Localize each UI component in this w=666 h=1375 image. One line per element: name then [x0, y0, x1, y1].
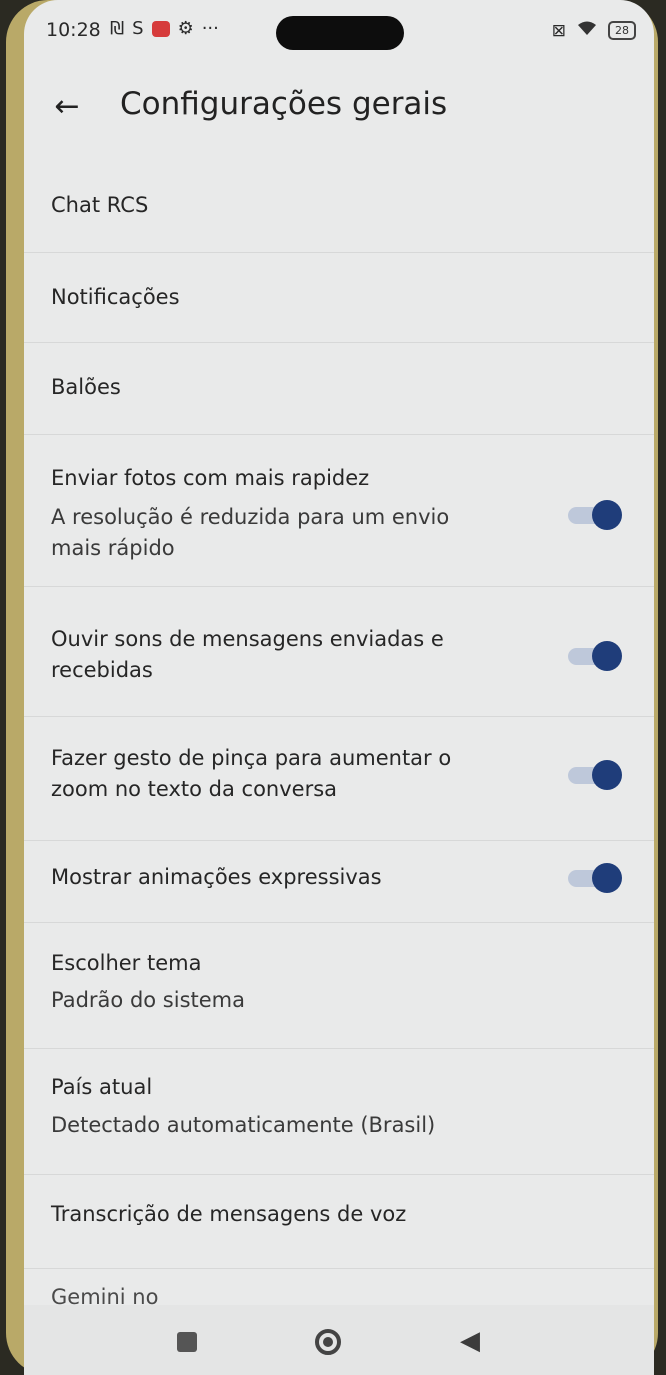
- setting-pais-atual[interactable]: País atual Detectado automaticamente (Br…: [24, 1048, 654, 1175]
- nfc-icon: ₪: [110, 18, 125, 39]
- setting-transcricao-label: Transcrição de mensagens de voz: [51, 1202, 407, 1226]
- setting-escolher-tema[interactable]: Escolher tema Padrão do sistema: [24, 922, 654, 1049]
- animacoes-toggle[interactable]: [564, 863, 622, 893]
- nav-back-button[interactable]: ◀: [452, 1323, 488, 1359]
- recents-button[interactable]: [169, 1323, 205, 1359]
- setting-gesto-pinca-title-1: Fazer gesto de pinça para aumentar o: [51, 746, 452, 770]
- toggle-thumb: [592, 760, 622, 790]
- status-time: 10:28: [46, 19, 101, 41]
- enviar-fotos-toggle[interactable]: [564, 500, 622, 530]
- setting-notificacoes[interactable]: Notificações: [24, 252, 654, 343]
- setting-notificacoes-label: Notificações: [51, 285, 180, 309]
- setting-ouvir-sons-title-1: Ouvir sons de mensagens enviadas e: [51, 627, 444, 651]
- nav-bar: ◀: [24, 1305, 654, 1375]
- setting-animacoes[interactable]: Mostrar animações expressivas: [24, 840, 654, 923]
- setting-animacoes-title: Mostrar animações expressivas: [51, 865, 382, 889]
- battery-icon: 28: [608, 21, 636, 40]
- back-triangle-icon: ◀: [460, 1326, 480, 1356]
- setting-baloes[interactable]: Balões: [24, 342, 654, 435]
- toggle-thumb: [592, 500, 622, 530]
- home-icon: [315, 1328, 341, 1355]
- setting-chat-rcs[interactable]: Chat RCS: [24, 160, 654, 253]
- setting-ouvir-sons-title-2: recebidas: [51, 658, 153, 682]
- setting-gesto-pinca-title-2: zoom no texto da conversa: [51, 777, 338, 801]
- sim-off-icon: ⊠: [551, 20, 566, 41]
- setting-gesto-pinca[interactable]: Fazer gesto de pinça para aumentar o zoo…: [24, 716, 654, 841]
- camera-cutout: [276, 16, 404, 50]
- setting-pais-atual-subtitle: Detectado automaticamente (Brasil): [51, 1113, 436, 1137]
- status-icons-right: ⊠ 28: [552, 20, 636, 41]
- status-icons-left: ₪ S ⚙ ···: [110, 18, 219, 39]
- setting-enviar-fotos-subtitle-2: mais rápido: [51, 536, 175, 560]
- setting-chat-rcs-label: Chat RCS: [51, 193, 149, 217]
- setting-pais-atual-title: País atual: [51, 1075, 153, 1099]
- screen: 10:28 ₪ S ⚙ ··· ⊠ 28 ← Configurações ger…: [24, 0, 654, 1375]
- setting-escolher-tema-subtitle: Padrão do sistema: [51, 988, 245, 1012]
- setting-escolher-tema-title: Escolher tema: [51, 951, 202, 975]
- toggle-thumb: [592, 641, 622, 671]
- home-button[interactable]: [310, 1323, 346, 1359]
- gear-icon: ⚙: [177, 18, 194, 39]
- setting-baloes-label: Balões: [51, 375, 121, 399]
- setting-ouvir-sons[interactable]: Ouvir sons de mensagens enviadas e receb…: [24, 586, 654, 717]
- more-notifications-icon: ···: [201, 18, 219, 39]
- app-bar: ← Configurações gerais: [24, 76, 654, 140]
- setting-transcricao[interactable]: Transcrição de mensagens de voz: [24, 1174, 654, 1269]
- recents-icon: [177, 1331, 197, 1352]
- setting-enviar-fotos[interactable]: Enviar fotos com mais rapidez A resoluçã…: [24, 434, 654, 587]
- setting-enviar-fotos-title: Enviar fotos com mais rapidez: [51, 466, 370, 490]
- phone-frame: 10:28 ₪ S ⚙ ··· ⊠ 28 ← Configurações ger…: [6, 0, 658, 1375]
- gesto-pinca-toggle[interactable]: [564, 760, 622, 790]
- wifi-icon: [576, 20, 598, 41]
- ouvir-sons-toggle[interactable]: [564, 641, 622, 671]
- page-title: Configurações gerais: [120, 86, 448, 122]
- toggle-thumb: [592, 863, 622, 893]
- mail-icon: [151, 21, 170, 37]
- setting-enviar-fotos-subtitle-1: A resolução é reduzida para um envio: [51, 505, 450, 529]
- back-button[interactable]: ←: [46, 87, 88, 129]
- s-app-icon: S: [132, 18, 144, 39]
